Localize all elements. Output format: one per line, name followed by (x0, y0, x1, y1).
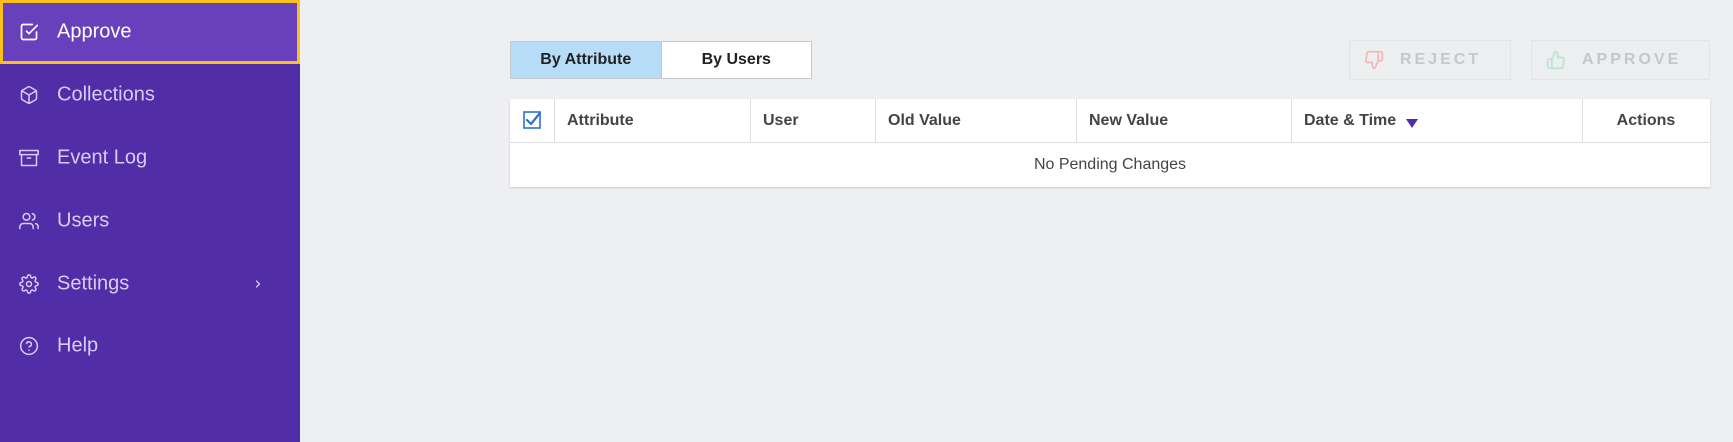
approve-button[interactable]: APPROVE (1531, 40, 1710, 80)
sidebar: Approve Collections Event Log Users Sett… (0, 0, 300, 442)
sidebar-item-label: Settings (57, 272, 130, 295)
sidebar-item-users[interactable]: Users (0, 190, 300, 252)
sidebar-item-label: Help (57, 334, 99, 357)
reject-button[interactable]: REJECT (1349, 40, 1511, 80)
box-icon (18, 84, 40, 106)
select-all-cell (510, 99, 554, 142)
archive-icon (18, 147, 40, 169)
sidebar-item-approve[interactable]: Approve (0, 0, 300, 64)
column-label: Old Value (888, 111, 961, 129)
view-toggle: By Attribute By Users (510, 41, 812, 79)
sidebar-item-label: Approve (57, 20, 132, 43)
column-label: User (763, 111, 799, 129)
sidebar-item-settings[interactable]: Settings (0, 253, 300, 315)
approve-button-label: APPROVE (1582, 51, 1682, 68)
sidebar-item-help[interactable]: Help (0, 315, 300, 377)
column-header-actions: Actions (1582, 99, 1710, 142)
chevron-right-icon (251, 277, 265, 291)
column-label: New Value (1089, 111, 1169, 129)
thumbs-down-icon (1364, 50, 1384, 70)
table-header: Attribute User Old Value New Value Date … (510, 99, 1710, 143)
sidebar-item-collections[interactable]: Collections (0, 64, 300, 126)
reject-button-label: REJECT (1400, 51, 1482, 68)
empty-state-message: No Pending Changes (1033, 156, 1187, 173)
tab-by-users[interactable]: By Users (662, 42, 812, 78)
help-circle-icon (18, 335, 40, 357)
column-header-new-value[interactable]: New Value (1076, 99, 1291, 142)
column-header-user[interactable]: User (750, 99, 875, 142)
column-header-old-value[interactable]: Old Value (875, 99, 1076, 142)
column-header-attribute[interactable]: Attribute (554, 99, 750, 142)
sort-descending-icon[interactable] (1406, 115, 1418, 128)
column-header-date-time[interactable]: Date & Time (1291, 99, 1582, 142)
tab-by-attribute[interactable]: By Attribute (511, 42, 662, 78)
sidebar-item-event-log[interactable]: Event Log (0, 127, 300, 189)
gear-icon (18, 273, 40, 295)
check-square-icon (18, 21, 40, 43)
select-all-checkbox[interactable] (523, 111, 542, 129)
column-label: Attribute (567, 111, 634, 129)
column-label: Actions (1616, 111, 1676, 129)
users-icon (18, 210, 40, 232)
thumbs-up-icon (1546, 50, 1566, 70)
pending-changes-table: Attribute User Old Value New Value Date … (510, 99, 1710, 187)
sidebar-item-label: Users (57, 209, 110, 232)
sidebar-item-label: Collections (57, 83, 155, 106)
column-label: Date & Time (1304, 111, 1397, 129)
sidebar-item-label: Event Log (57, 146, 148, 169)
